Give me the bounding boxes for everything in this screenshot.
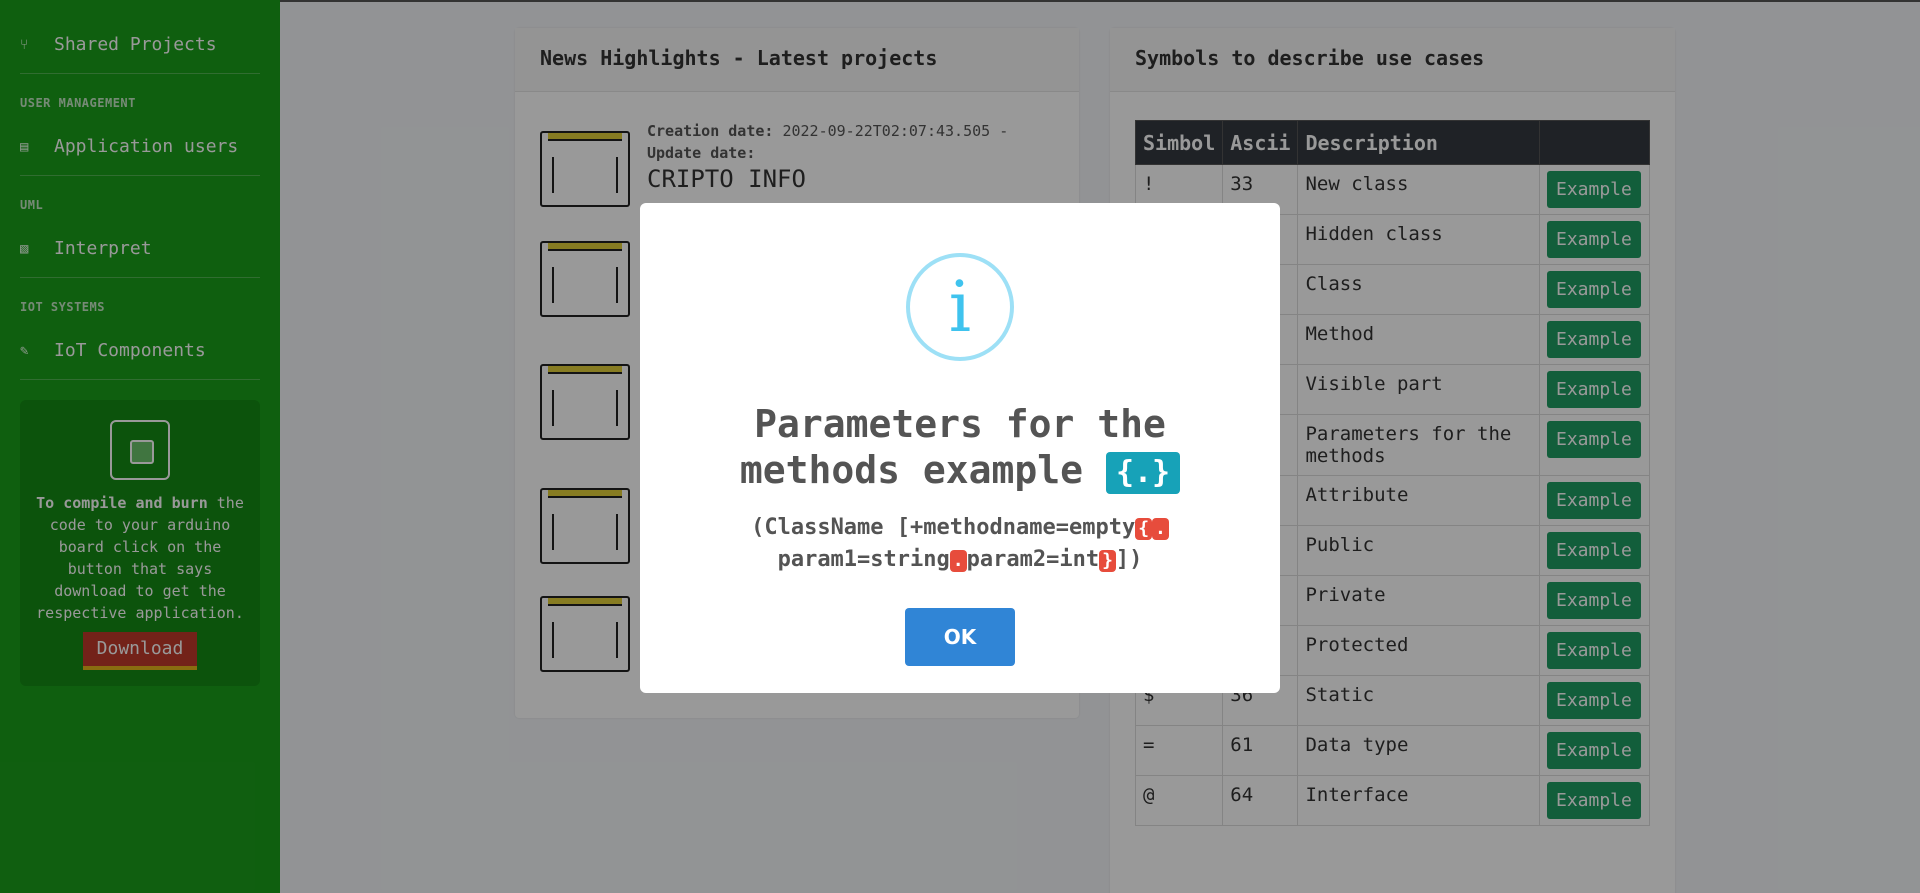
code-highlight: { — [1135, 517, 1153, 540]
code-text: ]) — [1115, 546, 1143, 572]
ok-button[interactable]: OK — [905, 607, 1015, 666]
dialog-body: (ClassName [+methodname=empty{. param1=s… — [640, 512, 1280, 576]
dialog-title-line2: methods example — [739, 448, 1084, 492]
dialog-title: Parameters for the methods example {.} — [640, 401, 1280, 494]
code-text: param1=string — [777, 546, 950, 572]
code-text: (ClassName [+methodname=empty — [751, 514, 1136, 540]
code-highlight: . — [1152, 517, 1169, 540]
code-highlight: . — [949, 549, 967, 572]
dialog-title-line1: Parameters for the — [754, 402, 1166, 446]
code-text: param2=int — [966, 546, 1100, 572]
code-highlight: } — [1099, 549, 1116, 572]
info-dialog: i Parameters for the methods example {.}… — [640, 203, 1280, 693]
info-icon: i — [906, 253, 1014, 361]
symbol-badge: {.} — [1105, 451, 1181, 494]
